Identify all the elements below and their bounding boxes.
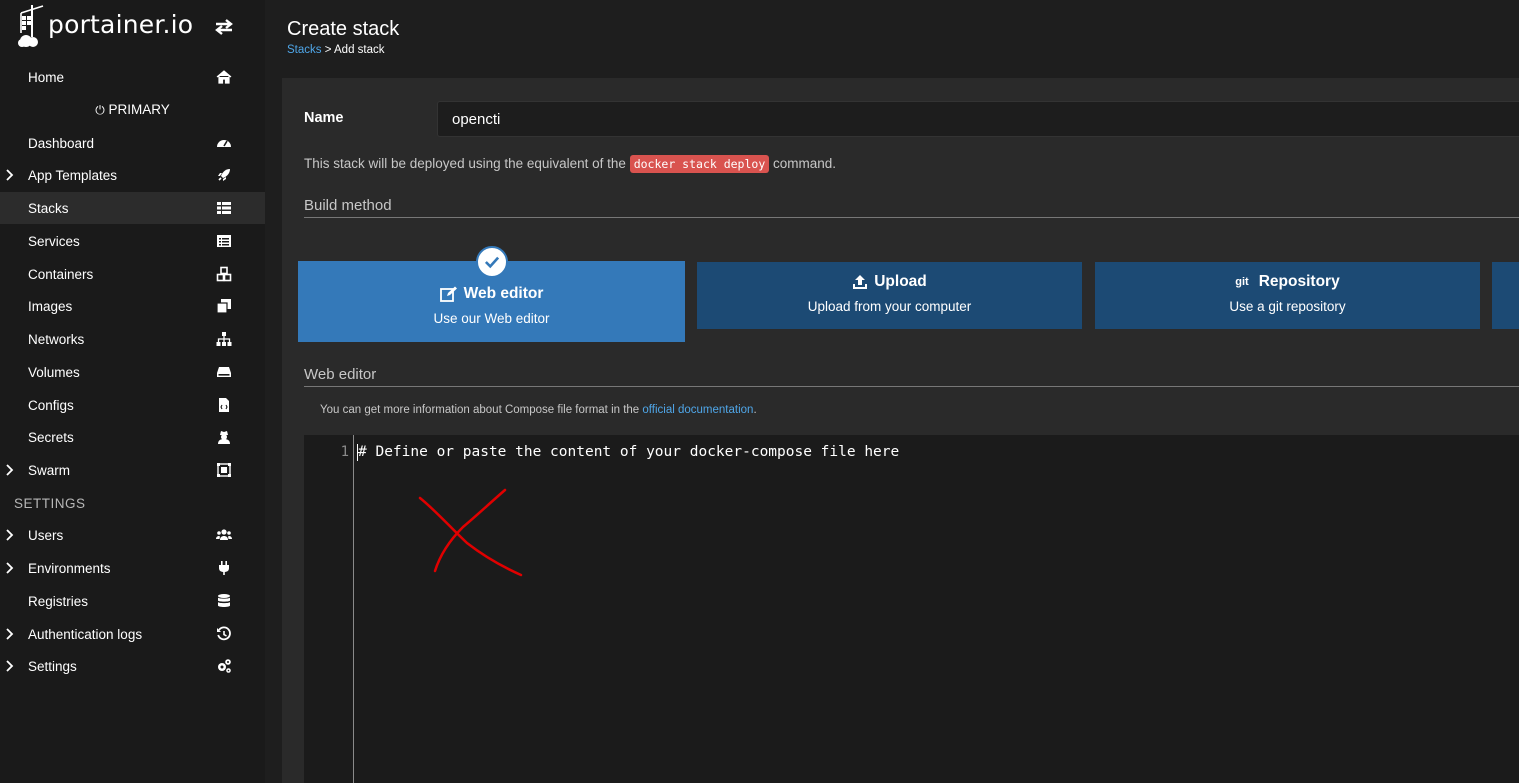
users-icon: [216, 529, 232, 540]
breadcrumb-current: Add stack: [334, 44, 385, 56]
sidebar-item-home[interactable]: Home: [0, 61, 265, 93]
build-method-subtitle: Use our Web editor: [433, 311, 550, 326]
sidebar-item-swarm[interactable]: Swarm: [0, 454, 265, 486]
build-method-title: Build method: [304, 197, 392, 214]
deploy-command-code: docker stack deploy: [629, 155, 770, 173]
line-number: 1: [340, 444, 349, 460]
chevron-right-icon: [6, 529, 14, 541]
sidebar-item-containers[interactable]: Containers: [0, 258, 265, 290]
sidebar-item-environments[interactable]: Environments: [0, 552, 265, 584]
file-code-icon: [219, 398, 229, 412]
editor-line[interactable]: # Define or paste the content of your do…: [358, 444, 899, 460]
sitemap-icon: [216, 332, 232, 346]
sidebar-item-services[interactable]: Services: [0, 225, 265, 257]
user-secret-icon: [218, 431, 230, 444]
clone-icon: [216, 299, 231, 314]
hdd-icon: [217, 367, 231, 377]
breadcrumb: Stacks > Add stack: [287, 44, 385, 56]
selected-check-icon: [476, 246, 508, 278]
sidebar-item-networks[interactable]: Networks: [0, 323, 265, 355]
page-title: Create stack: [287, 18, 400, 40]
build-method-title-text: Repository: [1258, 273, 1340, 290]
chevron-right-icon: [6, 628, 14, 640]
logo-text: portainer.io: [48, 9, 194, 39]
sidebar-toggle-icon[interactable]: [214, 18, 234, 36]
environment-header: ⏻ PRIMARY: [95, 102, 170, 117]
cubes-icon: [216, 266, 232, 282]
th-list-icon: [217, 202, 231, 214]
sidebar-item-authentication-logs[interactable]: Authentication logs: [0, 618, 265, 650]
build-method-title-text: Upload: [874, 273, 927, 290]
tachometer-icon: [217, 140, 231, 147]
chevron-right-icon: [6, 660, 14, 672]
breadcrumb-separator: >: [321, 44, 334, 56]
chevron-right-icon: [6, 169, 14, 181]
list-alt-icon: [217, 235, 231, 247]
build-method-subtitle: Upload from your computer: [807, 299, 972, 314]
sidebar-item-images[interactable]: Images: [0, 290, 265, 322]
cogs-icon: [218, 659, 231, 673]
sidebar-item-stacks[interactable]: Stacks: [0, 192, 265, 224]
plug-icon: [219, 561, 229, 575]
sidebar: portainer.io Home ⏻ PRIMARY Dashboard Ap…: [0, 0, 265, 783]
chevron-right-icon: [6, 562, 14, 574]
upload-icon: [853, 275, 868, 289]
stack-name-input[interactable]: [437, 101, 1519, 137]
sidebar-item-dashboard[interactable]: Dashboard: [0, 127, 265, 159]
build-method-subtitle: Use a git repository: [1229, 299, 1346, 314]
name-label: Name: [304, 110, 344, 126]
history-icon: [217, 626, 231, 641]
object-group-icon: [217, 463, 231, 477]
sidebar-item-registries[interactable]: Registries: [0, 585, 265, 617]
editor-gutter: 1: [304, 435, 354, 783]
build-method-custom-template[interactable]: [1492, 262, 1519, 329]
git-icon: git: [1235, 276, 1249, 288]
chevron-right-icon: [6, 464, 14, 476]
sidebar-item-users[interactable]: Users: [0, 519, 265, 551]
sidebar-item-secrets[interactable]: Secrets: [0, 421, 265, 453]
portainer-logo-icon: [18, 5, 44, 47]
database-icon: [218, 594, 230, 607]
sidebar-item-configs[interactable]: Configs: [0, 389, 265, 421]
plug-icon: ⏻: [95, 103, 105, 117]
settings-header: SETTINGS: [14, 496, 86, 511]
sidebar-item-volumes[interactable]: Volumes: [0, 356, 265, 388]
sidebar-item-app-templates[interactable]: App Templates: [0, 159, 265, 191]
official-documentation-link[interactable]: official documentation: [642, 404, 753, 416]
build-method-upload[interactable]: Upload Upload from your computer: [697, 262, 1082, 329]
build-method-title-text: Web editor: [463, 285, 544, 302]
portainer-logo[interactable]: portainer.io: [18, 3, 193, 49]
compose-note: You can get more information about Compo…: [320, 404, 757, 416]
deploy-note: This stack will be deployed using the eq…: [304, 155, 837, 173]
edit-icon: [439, 286, 457, 302]
breadcrumb-link-stacks[interactable]: Stacks: [287, 44, 322, 56]
web-editor-divider: [304, 386, 1519, 387]
sidebar-item-label: Home: [28, 69, 65, 85]
build-method-repository[interactable]: git Repository Use a git repository: [1095, 262, 1480, 329]
sidebar-item-settings[interactable]: Settings: [0, 650, 265, 682]
red-x-annotation: [418, 488, 523, 577]
web-editor-title: Web editor: [304, 366, 377, 383]
home-icon: [216, 70, 232, 84]
build-method-divider: [304, 217, 1519, 218]
rocket-icon: [218, 169, 230, 181]
